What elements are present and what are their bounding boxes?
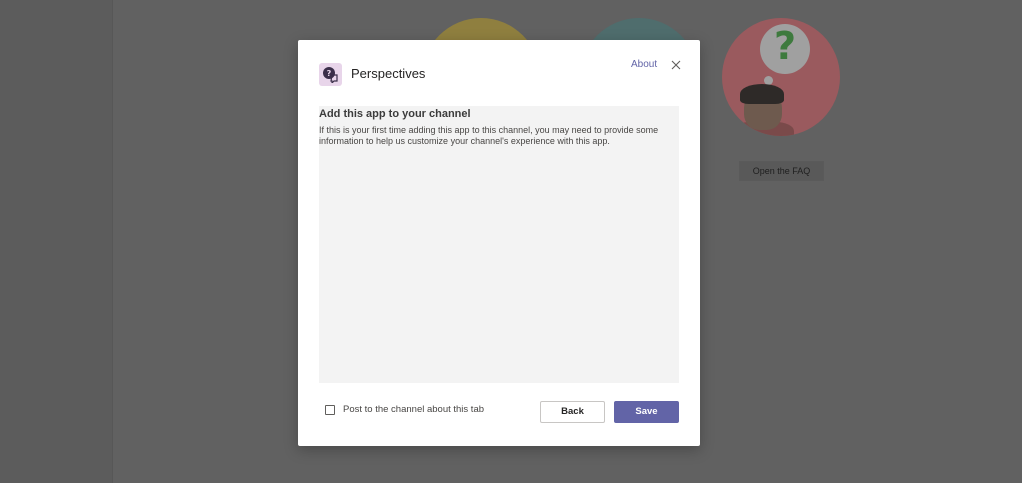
app-left-rail — [0, 0, 113, 483]
back-button[interactable]: Back — [540, 401, 605, 423]
content-description: If this is your first time adding this a… — [319, 125, 659, 146]
config-content-area: Add this app to your channel If this is … — [319, 106, 679, 383]
close-icon[interactable] — [669, 58, 683, 72]
content-heading: Add this app to your channel — [319, 108, 471, 120]
question-mark-icon: ? — [773, 24, 797, 68]
person-hair — [740, 84, 784, 104]
svg-text:?: ? — [327, 69, 332, 78]
dialog-title: Perspectives — [351, 66, 426, 81]
save-button[interactable]: Save — [614, 401, 679, 423]
thought-bubble: ? — [760, 24, 810, 74]
post-to-channel-checkbox[interactable] — [325, 405, 335, 415]
post-to-channel-label[interactable]: Post to the channel about this tab — [343, 404, 484, 415]
faq-illustration: ? — [722, 18, 840, 136]
add-app-dialog: ? Perspectives About Add this app to you… — [298, 40, 700, 446]
about-link[interactable]: About — [631, 59, 657, 70]
open-faq-button[interactable]: Open the FAQ — [739, 161, 824, 181]
perspectives-app-icon: ? — [319, 63, 342, 86]
